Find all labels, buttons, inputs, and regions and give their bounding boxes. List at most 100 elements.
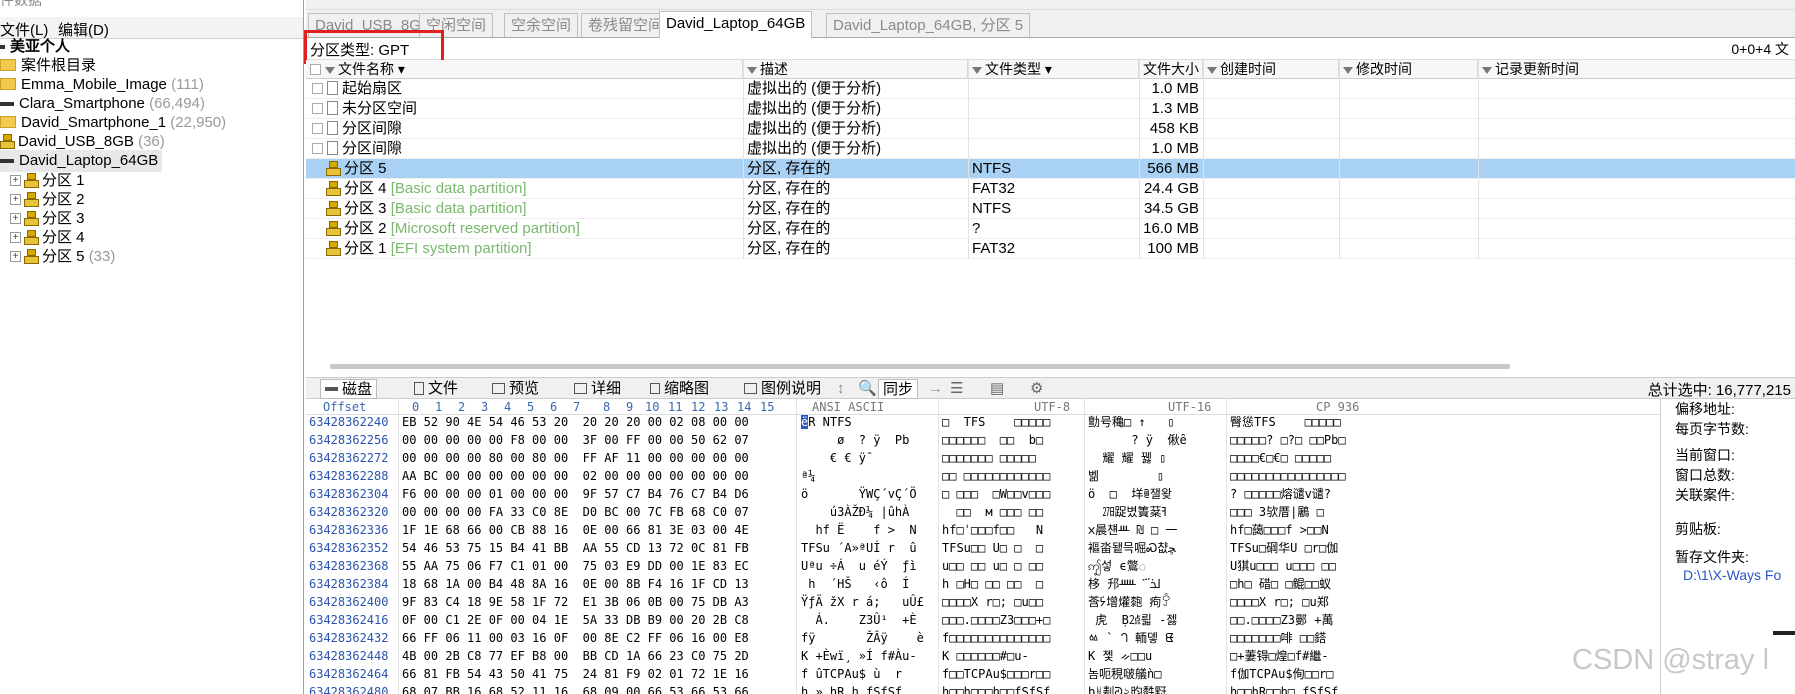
column-name[interactable]: 文件名称 ▾ xyxy=(306,60,743,79)
column-description[interactable]: 描述 xyxy=(743,60,968,79)
tab-thumbnails[interactable]: 缩略图 xyxy=(646,379,713,399)
details-icon xyxy=(574,383,587,394)
expand-icon[interactable]: + xyxy=(10,251,21,262)
filter-icon[interactable] xyxy=(747,67,757,74)
table-row[interactable]: 分区 3 [Basic data partition] 分区, 存在的 NTFS… xyxy=(306,199,1795,219)
hex-ansi: K +Èwï¸ »Í f#Àu- xyxy=(801,646,917,666)
tab-david-laptop-partition-5[interactable]: David_Laptop_64GB, 分区 5 xyxy=(826,13,1030,37)
hex-row[interactable]: 63428362416 0F 00 C1 2E 0F 00 04 1E 5A 33… xyxy=(306,610,1660,630)
toolbar xyxy=(306,0,1795,10)
tab-preview[interactable]: 预览 xyxy=(488,379,543,399)
columns-icon[interactable]: ▤ xyxy=(986,379,1008,399)
filter-icon[interactable] xyxy=(1207,67,1217,74)
row-checkbox[interactable] xyxy=(312,123,323,134)
hex-utf8-label: UTF-8 xyxy=(1034,400,1070,414)
hex-off: 63428362384 xyxy=(309,574,388,594)
partition-icon xyxy=(326,241,340,255)
drive-icon xyxy=(0,159,14,163)
column-size[interactable]: 文件大小 xyxy=(1139,60,1203,79)
sync-arrow-icon[interactable]: → xyxy=(924,379,947,399)
total-selected: 总计选中: 16,777,215 xyxy=(1648,379,1791,400)
folder-icon xyxy=(0,59,16,71)
search-icon[interactable]: 🔍 xyxy=(854,379,881,399)
row-checkbox[interactable] xyxy=(312,143,323,154)
hex-row[interactable]: 63428362352 54 46 53 75 15 B4 41 BB AA 55… xyxy=(306,538,1660,558)
hex-row[interactable]: 63428362272 00 00 00 00 80 00 80 00 FF AF… xyxy=(306,448,1660,468)
hex-row[interactable]: 63428362256 00 00 00 00 00 F8 00 00 3F 00… xyxy=(306,430,1660,450)
table-row[interactable]: 分区 2 [Microsoft reserved partition] 分区, … xyxy=(306,219,1795,239)
tab-volume-residual[interactable]: 卷残留空间 xyxy=(581,13,670,37)
hex-row[interactable]: 63428362288 AA BC 00 00 00 00 00 00 02 00… xyxy=(306,466,1660,486)
filter-icon[interactable] xyxy=(1482,67,1492,74)
tab-details[interactable]: 详细 xyxy=(570,379,625,399)
hex-row[interactable]: 63428362432 66 FF 06 11 00 03 16 0F 00 8E… xyxy=(306,628,1660,648)
column-modified[interactable]: 修改时间 xyxy=(1339,60,1478,79)
hex-utf8: □□□□□□□ □□□□□ xyxy=(942,448,1036,468)
hex-row[interactable]: 63428362448 4B 00 2B C8 77 EF B8 00 BB CD… xyxy=(306,646,1660,666)
column-record-updated[interactable]: 记录更新时间 xyxy=(1478,60,1795,79)
arrows-icon[interactable]: ↕ xyxy=(833,379,849,399)
table-row[interactable]: 起始扇区 虚拟出的 (便于分析) 1.0 MB xyxy=(306,79,1795,99)
tree-item-partition-5[interactable]: + 分区 5 (33) xyxy=(10,246,115,268)
table-row[interactable]: 分区间隙 虚拟出的 (便于分析) 1.0 MB xyxy=(306,139,1795,159)
tab-sync[interactable]: 同步 xyxy=(878,379,918,399)
info-temp-folder: 暂存文件夹: xyxy=(1675,547,1749,567)
hex-utf8: □□□□□□ □□ b□ xyxy=(942,430,1043,450)
expand-icon[interactable]: + xyxy=(10,232,21,243)
filter-icon[interactable] xyxy=(972,67,982,74)
list-icon[interactable]: ☰ xyxy=(946,379,967,399)
hex-cp: f伽TCPAu$侚□□r□ xyxy=(1230,664,1333,684)
hex-utf16: 莟ᣄ增爟㯡 痀ꎣ xyxy=(1088,592,1171,612)
expand-icon[interactable]: + xyxy=(10,194,21,205)
hex-row[interactable]: 63428362320 00 00 00 00 FA 33 C0 8E D0 BC… xyxy=(306,502,1660,522)
tab-slack-space[interactable]: 空余空间 xyxy=(504,13,578,37)
column-created[interactable]: 创建时间 xyxy=(1203,60,1339,79)
tab-legend[interactable]: 图例说明 xyxy=(740,379,825,399)
column-file-type[interactable]: 文件类型 ▾ xyxy=(968,60,1139,79)
table-row[interactable]: 分区间隙 虚拟出的 (便于分析) 458 KB xyxy=(306,119,1795,139)
hex-ansi: h ´HŠ ‹ô Í xyxy=(801,574,909,594)
hex-row[interactable]: 63428362384 18 68 1A 00 B4 48 8A 16 0E 00… xyxy=(306,574,1660,594)
expand-icon[interactable]: + xyxy=(10,175,21,186)
tree-item-david-laptop[interactable]: David_Laptop_64GB xyxy=(0,150,162,172)
tab-file[interactable]: 文件 xyxy=(410,379,462,399)
folder-icon xyxy=(0,116,16,128)
row-checkbox[interactable] xyxy=(312,103,323,114)
filter-icon[interactable] xyxy=(1343,67,1353,74)
hex-utf8: f□□□□□□□□□□□□□□ xyxy=(942,628,1050,648)
hex-row[interactable]: 63428362464 66 81 FB 54 43 50 41 75 24 81… xyxy=(306,664,1660,684)
hex-utf8: hf□ˈ□□□f□□ N xyxy=(942,520,1043,540)
table-row[interactable]: 未分区空间 虚拟出的 (便于分析) 1.3 MB xyxy=(306,99,1795,119)
horizontal-scrollbar[interactable] xyxy=(330,364,1510,369)
table-row[interactable]: 分区 1 [EFI system partition] 分区, 存在的 FAT3… xyxy=(306,239,1795,259)
case-icon xyxy=(0,45,5,49)
partition-icon xyxy=(0,134,14,148)
table-row[interactable]: 分区 4 [Basic data partition] 分区, 存在的 FAT3… xyxy=(306,179,1795,199)
options-icon[interactable]: ⚙ xyxy=(1026,379,1047,399)
hex-ansi: TFSu ´A»ªUÍ r û xyxy=(801,538,917,558)
info-temp-path[interactable]: D:\1\X-Ways Fo xyxy=(1683,567,1781,583)
select-all-checkbox[interactable] xyxy=(310,64,321,75)
tab-disk[interactable]: 磁盘 xyxy=(320,379,377,399)
tab-david-laptop[interactable]: David_Laptop_64GB xyxy=(659,11,812,38)
hex-bytes: 9F 83 C4 18 9E 58 1F 72 E1 3B 06 0B 00 7… xyxy=(402,592,749,612)
row-checkbox[interactable] xyxy=(312,83,323,94)
table-row-selected[interactable]: 分区 5 分区, 存在的 NTFS 566 MB xyxy=(306,159,1795,179)
hex-row[interactable]: 63428362400 9F 83 C4 18 9E 58 1F 72 E1 3B… xyxy=(306,592,1660,612)
hex-off: 63428362480 xyxy=(309,682,388,694)
hex-off: 63428362400 xyxy=(309,592,388,612)
expand-icon[interactable]: + xyxy=(10,213,21,224)
watermark: CSDN @stray l xyxy=(1572,644,1769,677)
hex-row[interactable]: 63428362480 68 07 BB 16 68 52 11 16 68 09… xyxy=(306,682,1660,694)
disk-icon xyxy=(325,387,338,391)
hex-editor[interactable]: 63428362240 EB 52 90 4E 54 46 53 20 20 20… xyxy=(306,415,1660,694)
hex-row[interactable]: 63428362304 F6 00 00 00 01 00 00 00 9F 57… xyxy=(306,484,1660,504)
hex-row[interactable]: 63428362336 1F 1E 68 66 00 CB 88 16 0E 00… xyxy=(306,520,1660,540)
hex-off: 63428362304 xyxy=(309,484,388,504)
hex-utf16: ㏺踀볐簀棻ߔ xyxy=(1088,502,1167,522)
partition-icon xyxy=(24,249,38,263)
filter-icon[interactable] xyxy=(325,67,335,74)
hex-row[interactable]: 63428362368 55 AA 75 06 F7 C1 01 00 75 03… xyxy=(306,556,1660,576)
hex-bytes: 00 00 00 00 80 00 80 00 FF AF 11 00 00 0… xyxy=(402,448,749,468)
column-divider xyxy=(968,60,969,259)
